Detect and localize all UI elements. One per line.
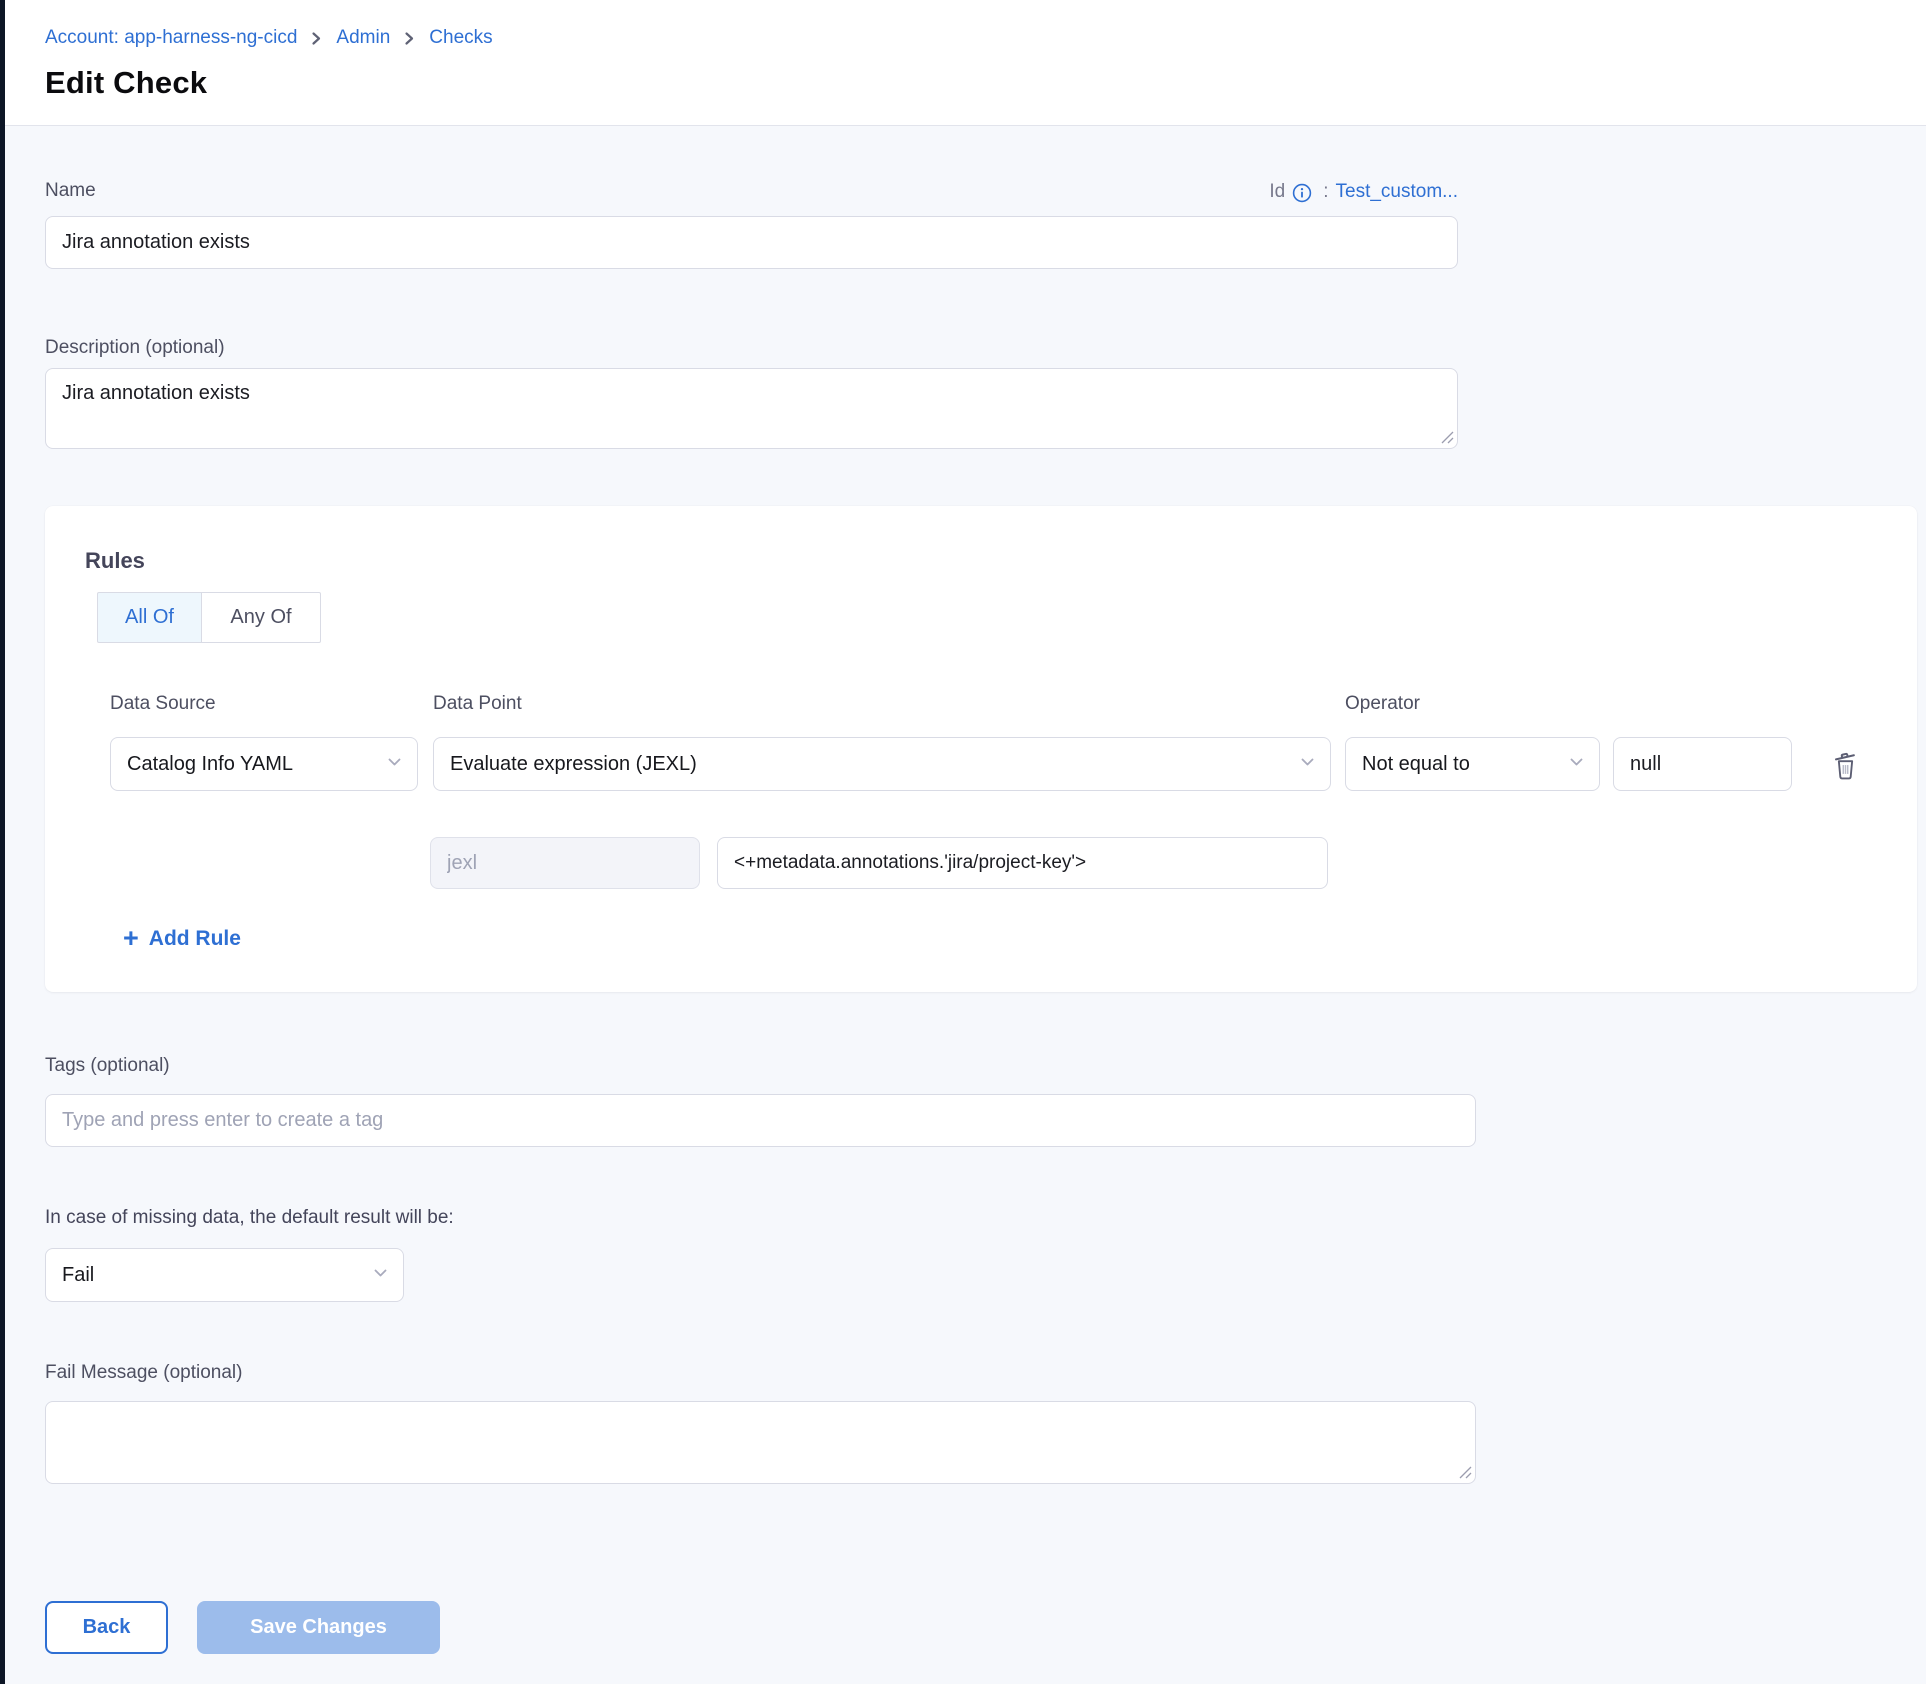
delete-rule-button[interactable]	[1832, 749, 1859, 780]
footer-actions: Back Save Changes	[45, 1601, 1926, 1654]
chevron-down-icon	[1568, 753, 1585, 776]
all-of-button[interactable]: All Of	[97, 592, 201, 643]
rule-row: Data Source Data Point Operator Catalog …	[110, 692, 1917, 889]
expression-row	[430, 837, 1917, 889]
back-button[interactable]: Back	[45, 1601, 168, 1654]
chevron-right-icon	[311, 31, 322, 46]
fail-message-label: Fail Message (optional)	[45, 1361, 1926, 1385]
expression-input[interactable]	[717, 837, 1328, 889]
chevron-right-icon	[404, 31, 415, 46]
data-point-select[interactable]: Evaluate expression (JEXL)	[433, 737, 1331, 791]
tags-input[interactable]	[45, 1094, 1476, 1147]
chevron-down-icon	[372, 1264, 389, 1287]
data-source-value: Catalog Info YAML	[127, 753, 293, 776]
rules-card: Rules All Of Any Of Data Source Data Poi…	[45, 506, 1917, 992]
operator-select[interactable]: Not equal to	[1345, 737, 1600, 791]
check-id: Id : Test_custom...	[1269, 181, 1458, 203]
operator-label: Operator	[1345, 692, 1600, 716]
name-id-row: Name Id : Test_custom...	[45, 179, 1458, 203]
id-separator: :	[1323, 181, 1328, 203]
data-source-label: Data Source	[110, 692, 418, 716]
description-textarea[interactable]: Jira annotation exists	[45, 368, 1458, 449]
data-point-value: Evaluate expression (JEXL)	[450, 753, 697, 776]
default-result-select[interactable]: Fail	[45, 1248, 404, 1302]
fail-message-textarea[interactable]	[45, 1401, 1476, 1484]
page-title: Edit Check	[45, 64, 1926, 101]
jexl-input[interactable]	[430, 837, 700, 889]
name-input[interactable]	[45, 216, 1458, 269]
chevron-down-icon	[1299, 753, 1316, 776]
data-point-label: Data Point	[433, 692, 1331, 716]
info-icon[interactable]	[1292, 183, 1312, 203]
data-source-select[interactable]: Catalog Info YAML	[110, 737, 418, 791]
description-field: Jira annotation exists	[45, 368, 1458, 449]
chevron-down-icon	[386, 753, 403, 776]
edit-check-form: Name Id : Test_custom... Description (op…	[0, 179, 1926, 1654]
id-value-link[interactable]: Test_custom...	[1336, 181, 1459, 203]
operator-value: Not equal to	[1362, 753, 1470, 776]
id-label: Id	[1269, 181, 1285, 203]
tags-label: Tags (optional)	[45, 1054, 1926, 1078]
trash-icon	[1832, 768, 1859, 783]
breadcrumb-account-link[interactable]: Account: app-harness-ng-cicd	[45, 25, 297, 50]
add-rule-label: Add Rule	[149, 927, 241, 951]
default-result-value: Fail	[62, 1264, 94, 1287]
rule-mode-toggle: All Of Any Of	[97, 592, 321, 643]
missing-data-label: In case of missing data, the default res…	[45, 1206, 1926, 1230]
plus-icon: +	[123, 926, 139, 950]
add-rule-button[interactable]: + Add Rule	[123, 927, 241, 951]
save-changes-button[interactable]: Save Changes	[197, 1601, 440, 1654]
any-of-button[interactable]: Any Of	[201, 592, 321, 643]
comparison-value-input[interactable]	[1613, 737, 1792, 791]
breadcrumb-admin-link[interactable]: Admin	[336, 25, 390, 50]
rules-heading: Rules	[85, 548, 1917, 574]
sidebar-edge	[0, 0, 5, 1684]
breadcrumb: Account: app-harness-ng-cicd Admin Check…	[45, 25, 1926, 50]
description-label: Description (optional)	[45, 336, 1926, 360]
page-header: Account: app-harness-ng-cicd Admin Check…	[0, 0, 1926, 126]
breadcrumb-checks-link[interactable]: Checks	[429, 25, 492, 50]
name-label: Name	[45, 179, 96, 203]
fail-message-field	[45, 1401, 1476, 1484]
